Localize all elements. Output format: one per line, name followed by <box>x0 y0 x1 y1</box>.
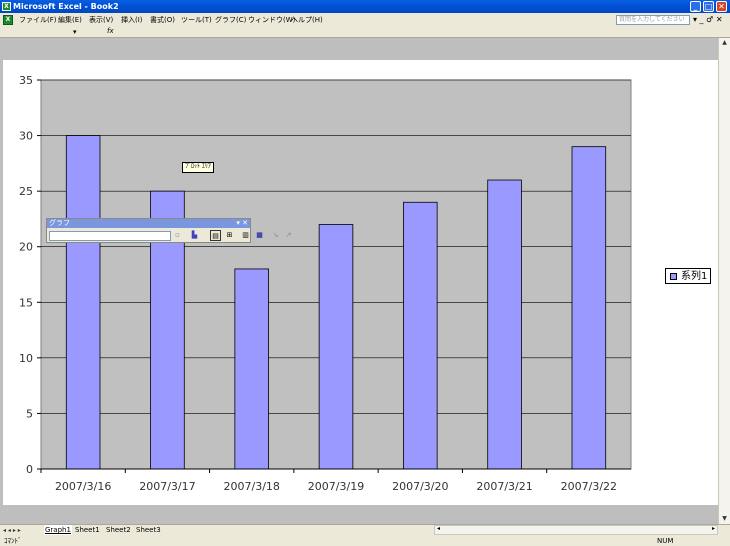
legend-label: 系列1 <box>681 271 708 282</box>
horizontal-scrollbar[interactable]: ◂ ▸ <box>434 525 718 535</box>
x-tick-label: 2007/3/16 <box>55 480 111 493</box>
scroll-up-icon[interactable]: ▲ <box>720 38 729 48</box>
status-num-lock: NUM <box>657 537 674 545</box>
tab-sheet1[interactable]: Sheet1 <box>75 525 100 535</box>
x-tick-label: 2007/3/21 <box>476 480 532 493</box>
chart-toolbar[interactable]: グラフ ▾ ✕ ▫ ▙ ▤ ⊞ ▥ ▦ ↘ ↗ <box>46 218 291 243</box>
legend-toggle-icon[interactable]: ▤ <box>210 230 221 241</box>
y-tick-label: 0 <box>26 463 33 476</box>
y-tick-label: 35 <box>19 74 33 87</box>
status-bar: ｺﾏﾝﾄﾞ NUM <box>0 536 730 546</box>
y-tick-label: 30 <box>19 130 33 143</box>
chart-toolbar-title-bar[interactable]: グラフ ▾ ✕ <box>47 219 250 228</box>
x-tick-label: 2007/3/20 <box>392 480 448 493</box>
by-row-icon[interactable]: ▥ <box>240 230 251 241</box>
angle-text-up-icon[interactable]: ↗ <box>283 230 294 241</box>
x-tick-label: 2007/3/18 <box>224 480 280 493</box>
chart-type-icon[interactable]: ▙ <box>189 230 200 241</box>
status-mode: ｺﾏﾝﾄﾞ <box>4 537 22 545</box>
tab-scroll-buttons[interactable]: ◂ ◂ ▸ ▸ <box>3 526 21 535</box>
bar <box>234 268 269 470</box>
x-tick-label: 2007/3/19 <box>308 480 364 493</box>
bar <box>65 135 101 470</box>
format-selection-icon[interactable]: ▫ <box>172 230 183 241</box>
vertical-scrollbar[interactable]: ▲ ▼ <box>718 38 730 524</box>
chart-svg: 05101520253035 2007/3/16 2007/3/17 2007/3/… <box>19 74 632 493</box>
legend[interactable]: 系列1 <box>665 268 711 284</box>
y-tick-label: 25 <box>19 185 33 198</box>
chart-toolbar-controls[interactable]: ▾ ✕ <box>236 219 248 228</box>
bar <box>403 201 438 470</box>
chart-objects-select[interactable] <box>49 231 171 241</box>
bar <box>571 146 607 470</box>
bar <box>487 179 522 470</box>
plot-area-tooltip: ﾌﾟﾛｯﾄ ｴﾘｱ <box>182 162 214 173</box>
bar <box>318 224 354 470</box>
angle-text-down-icon[interactable]: ↘ <box>270 230 281 241</box>
y-tick-label: 15 <box>19 296 33 309</box>
x-axis-labels: 2007/3/16 2007/3/17 2007/3/18 2007/3/19 2007… <box>40 468 631 493</box>
scroll-down-icon[interactable]: ▼ <box>720 514 729 524</box>
x-tick-label: 2007/3/22 <box>561 480 617 493</box>
y-tick-label: 20 <box>19 241 33 254</box>
tab-graph1[interactable]: Graph1 <box>44 525 72 535</box>
by-column-icon[interactable]: ▦ <box>254 230 265 241</box>
y-axis-labels: 0 5 10 15 20 25 30 35 <box>19 74 33 476</box>
tab-sheet2[interactable]: Sheet2 <box>106 525 131 535</box>
x-tick-label: 2007/3/17 <box>139 480 195 493</box>
tab-sheet3[interactable]: Sheet3 <box>136 525 161 535</box>
scroll-left-icon[interactable]: ◂ <box>437 525 440 532</box>
data-table-icon[interactable]: ⊞ <box>224 230 235 241</box>
chart-toolbar-title: グラフ <box>49 219 70 227</box>
scroll-right-icon[interactable]: ▸ <box>712 525 715 532</box>
y-tick-label: 5 <box>26 407 33 420</box>
legend-swatch <box>670 273 677 280</box>
y-tick-label: 10 <box>19 352 33 365</box>
